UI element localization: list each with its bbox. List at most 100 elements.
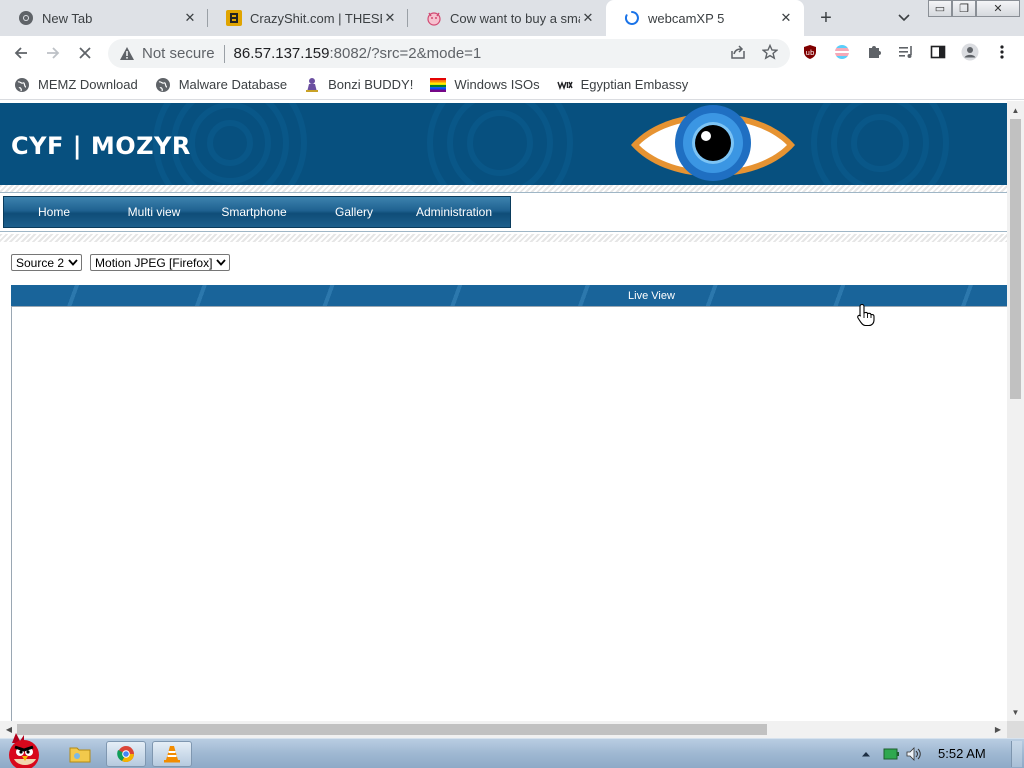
tab-search-button[interactable] [893, 8, 915, 28]
bookmark-windows-isos[interactable]: Windows ISOs [430, 77, 540, 93]
hatch-divider [0, 234, 1007, 242]
tab-crazyshit[interactable]: CrazyShit.com | THESE ✕ [208, 0, 408, 36]
browser-toolbar: Not secure 86.57.137.159:8082/?src=2&mod… [0, 36, 1024, 70]
tab-strip: New Tab ✕ CrazyShit.com | THESE ✕ Cow wa… [0, 0, 1024, 36]
url-host: 86.57.137.159 [233, 45, 330, 62]
hand-cursor-icon [857, 303, 875, 327]
menu-administration[interactable]: Administration [404, 197, 504, 227]
tab-title: New Tab [42, 10, 93, 26]
arrow-left-icon [14, 47, 27, 59]
horizontal-scroll-thumb[interactable] [17, 724, 767, 735]
share-icon[interactable] [729, 43, 747, 61]
live-view-title: Live View [628, 289, 675, 302]
folder-icon [69, 747, 91, 763]
bookmark-egyptian-embassy[interactable]: Egyptian Embassy [556, 77, 689, 93]
scroll-corner [1007, 721, 1024, 738]
taskbar-explorer[interactable] [60, 741, 100, 767]
source-select[interactable]: Source 2 [11, 254, 83, 271]
arrow-right-icon [47, 47, 60, 59]
forward-button[interactable] [40, 40, 66, 66]
menu-smartphone[interactable]: Smartphone [204, 197, 304, 227]
menu-multi-view[interactable]: Multi view [104, 197, 204, 227]
taskbar-chrome[interactable] [106, 741, 146, 767]
battery-icon[interactable] [882, 745, 900, 763]
menu-gallery[interactable]: Gallery [304, 197, 404, 227]
volume-icon[interactable] [904, 745, 924, 763]
taskbar-clock[interactable]: 5:52 AM [938, 746, 986, 761]
show-desktop-button[interactable] [1011, 741, 1022, 767]
security-label[interactable]: Not secure [142, 45, 215, 62]
chevron-down-icon [68, 258, 78, 268]
tab-title: webcamXP 5 [648, 10, 725, 26]
bookmark-label: Windows ISOs [454, 77, 540, 92]
horizontal-scrollbar[interactable]: ◀ ▶ [0, 721, 1007, 738]
tab-cow[interactable]: Cow want to buy a sma ✕ [408, 0, 606, 36]
tab-title: Cow want to buy a sma [450, 10, 580, 26]
scroll-up-arrow-icon[interactable]: ▲ [1007, 103, 1024, 117]
start-button[interactable] [2, 731, 50, 768]
minimize-button[interactable]: ▭ [928, 0, 952, 17]
close-icon[interactable]: ✕ [382, 10, 398, 26]
angry-bird-icon [9, 733, 39, 768]
side-panel-icon[interactable] [929, 43, 947, 61]
bookmark-bonzi-buddy[interactable]: Bonzi BUDDY! [304, 77, 413, 93]
restore-button[interactable]: ❐ [952, 0, 976, 17]
menu-home[interactable]: Home [4, 197, 104, 227]
main-menu: Home Multi view Smartphone Gallery Admin… [3, 196, 511, 228]
chrome-icon [117, 746, 134, 763]
bookmark-label: MEMZ Download [38, 77, 138, 92]
address-bar[interactable]: Not secure 86.57.137.159:8082/?src=2&mod… [108, 39, 790, 68]
close-icon[interactable]: ✕ [778, 10, 794, 26]
svg-text:ub: ub [806, 49, 815, 57]
chrome-icon [18, 10, 34, 26]
back-button[interactable] [8, 40, 34, 66]
stream-controls: Source 2 Motion JPEG [Firefox] [11, 254, 238, 271]
tab-webcamxp[interactable]: webcamXP 5 ✕ [606, 0, 804, 36]
crazyshit-icon [226, 10, 242, 26]
stop-button[interactable] [72, 40, 98, 66]
tab-title: CrazyShit.com | THESE [250, 10, 382, 26]
bookmark-label: Malware Database [178, 77, 288, 92]
new-tab-button[interactable]: + [814, 6, 838, 30]
vertical-scroll-thumb[interactable] [1010, 119, 1021, 399]
url-rest: :8082/?src=2&mode=1 [329, 45, 482, 62]
tab-new-tab[interactable]: New Tab ✕ [0, 0, 208, 36]
bookmark-malware-database[interactable]: Malware Database [155, 77, 287, 93]
window-close-button[interactable]: ✕ [976, 0, 1020, 17]
chevron-down-icon [216, 258, 227, 268]
close-icon[interactable]: ✕ [580, 10, 596, 26]
taskbar: 5:52 AM [0, 733, 1024, 768]
loading-spinner-icon [624, 10, 640, 26]
extension-trans-flag-icon[interactable] [833, 43, 851, 61]
vertical-scrollbar[interactable]: ▲ ▼ [1007, 101, 1024, 721]
chevron-down-icon [898, 14, 910, 22]
site-banner: CYF | MOZYR [0, 103, 1007, 185]
scroll-right-arrow-icon[interactable]: ▶ [991, 721, 1005, 738]
ublock-icon[interactable]: ub [801, 43, 819, 61]
source-select-value: Source 2 [16, 255, 65, 270]
puzzle-icon[interactable] [865, 43, 883, 61]
vlc-cone-icon [164, 746, 180, 763]
bonzi-icon [304, 77, 320, 93]
taskbar-vlc[interactable] [152, 741, 192, 767]
profile-avatar-icon[interactable] [961, 43, 979, 61]
pride-flag-icon [430, 77, 447, 93]
kebab-menu-icon[interactable] [993, 43, 1011, 61]
close-icon[interactable]: ✕ [182, 10, 198, 26]
bookmark-label: Bonzi BUDDY! [328, 77, 414, 92]
bookmarks-bar: MEMZ Download Malware Database Bonzi BUD… [0, 70, 1024, 100]
web-page: CYF | MOZYR Home Multi view Smartphone G… [0, 101, 1007, 721]
warning-icon[interactable] [118, 45, 136, 63]
url-text[interactable]: 86.57.137.159:8082/?src=2&mode=1 [234, 45, 482, 62]
bookmark-star-icon[interactable] [761, 43, 779, 61]
format-select[interactable]: Motion JPEG [Firefox] [90, 254, 231, 271]
scroll-down-arrow-icon[interactable]: ▼ [1007, 705, 1024, 719]
globe-icon [155, 77, 171, 93]
media-queue-icon[interactable] [897, 43, 915, 61]
live-view-frame [11, 306, 1007, 721]
cow-icon [426, 10, 442, 26]
bookmark-label: Egyptian Embassy [580, 77, 689, 92]
eye-logo-icon [631, 105, 795, 181]
tray-expand-icon[interactable] [860, 745, 872, 763]
bookmark-memz[interactable]: MEMZ Download [14, 77, 138, 93]
